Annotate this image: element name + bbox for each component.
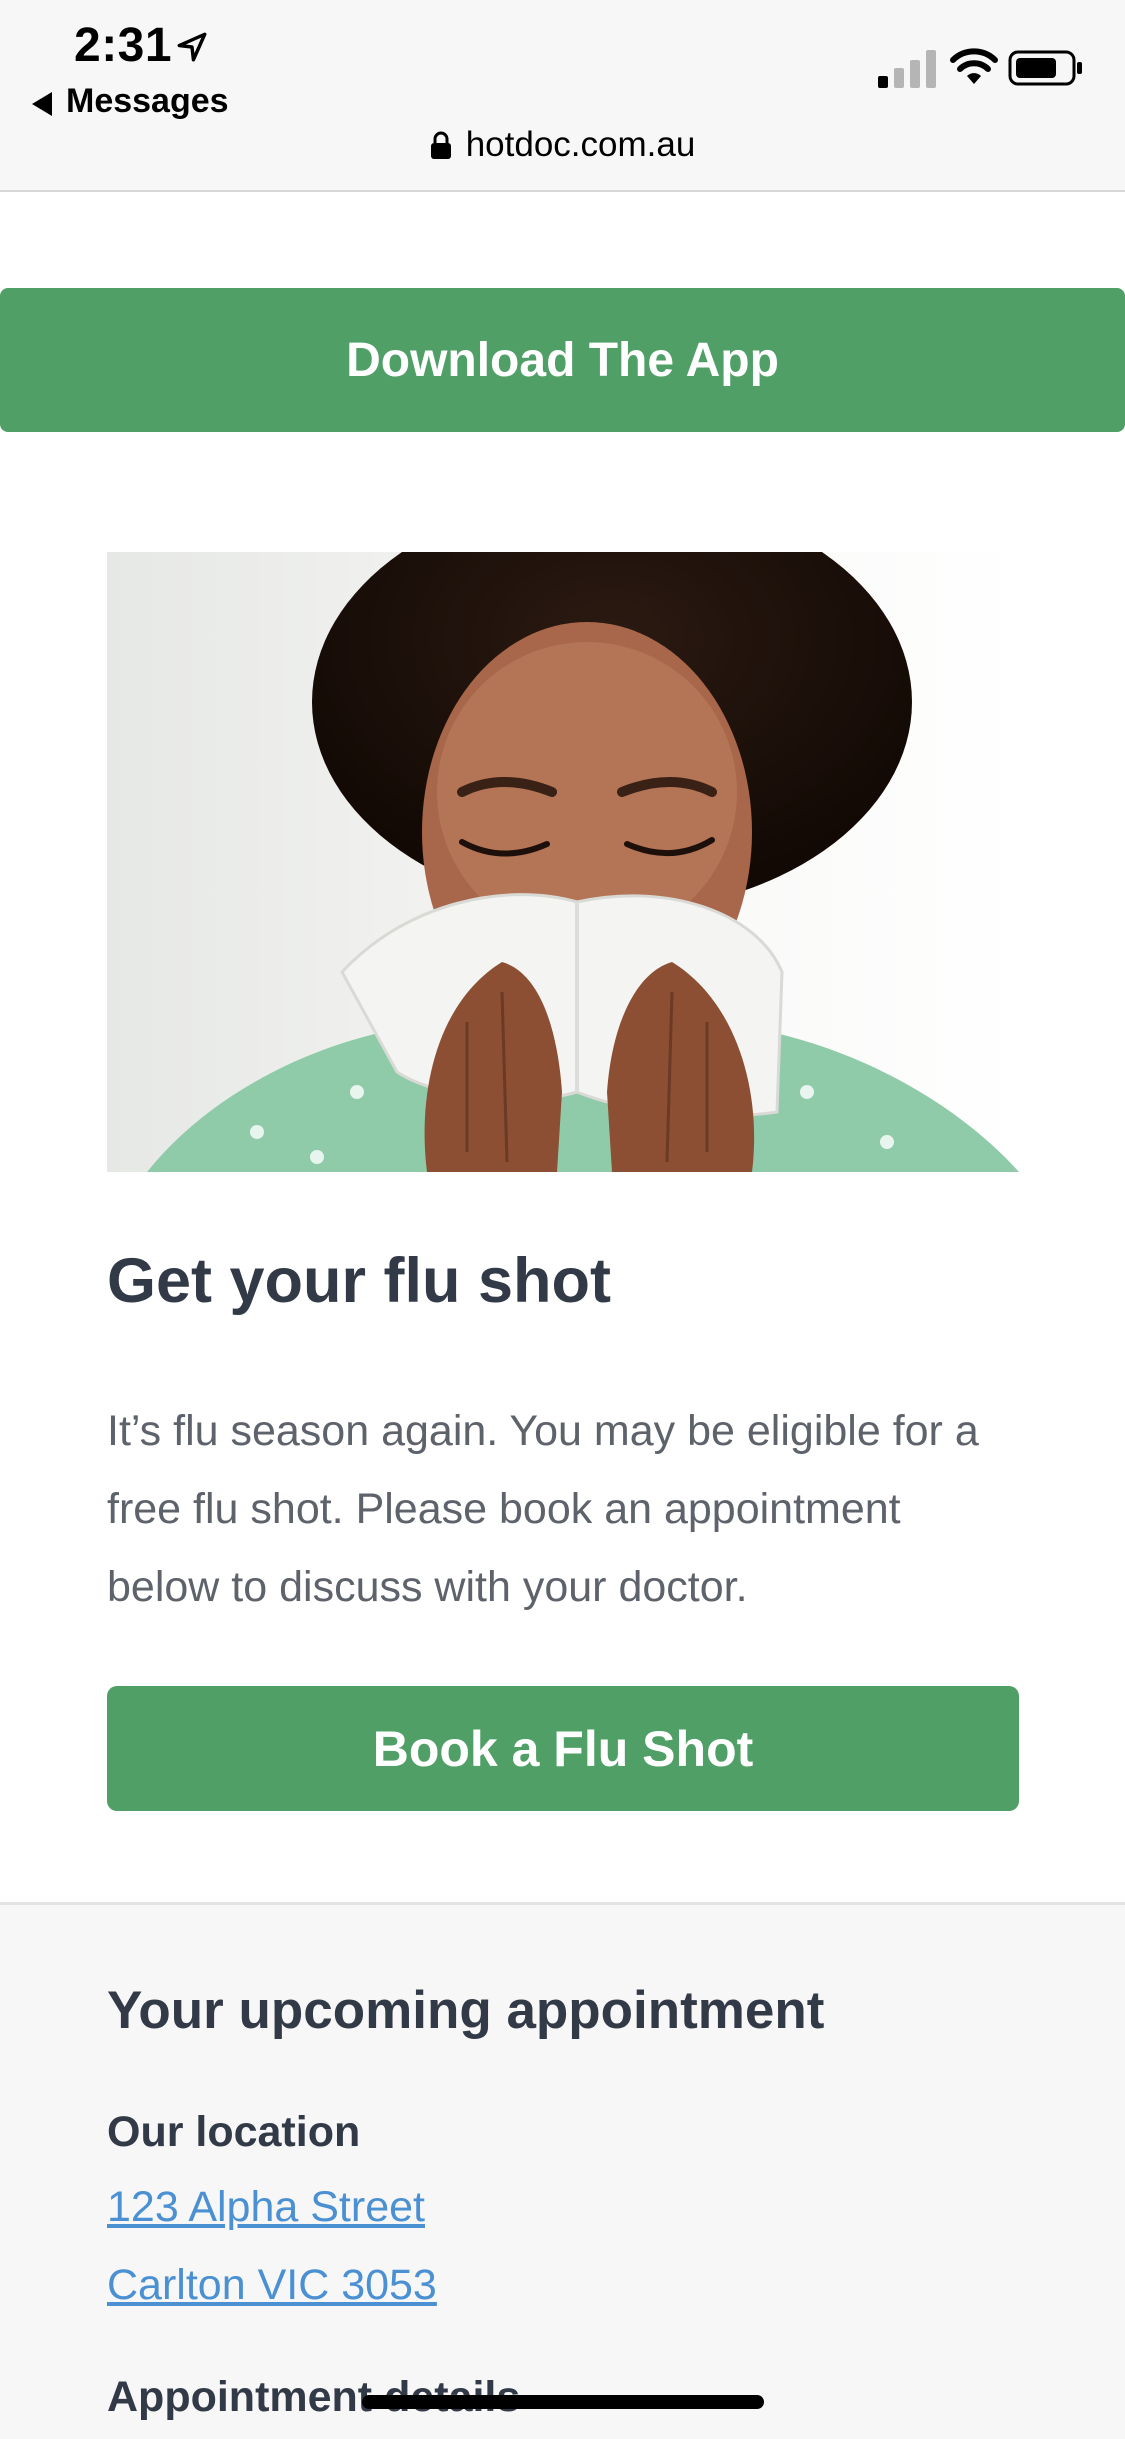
sneezing-woman-illustration xyxy=(107,552,1019,1172)
status-time: 2:31 xyxy=(74,19,173,72)
flu-season-image xyxy=(107,552,1019,1172)
download-app-button[interactable]: Download The App xyxy=(0,288,1125,432)
page-title: Get your flu shot xyxy=(107,1246,611,1316)
book-flu-shot-button[interactable]: Book a Flu Shot xyxy=(107,1686,1019,1811)
url-text[interactable]: hotdoc.com.au xyxy=(466,125,696,165)
back-to-messages-link[interactable]: Messages xyxy=(66,82,229,121)
back-triangle-icon[interactable] xyxy=(32,92,52,116)
address-bar[interactable]: hotdoc.com.au xyxy=(0,120,1125,170)
upcoming-appointment-section: Your upcoming appointment Our location 1… xyxy=(0,1902,1125,2439)
wifi-icon xyxy=(950,48,998,84)
location-arrow-icon xyxy=(177,32,207,62)
address-line-1-link[interactable]: 123 Alpha Street xyxy=(107,2183,425,2232)
home-indicator[interactable] xyxy=(362,2395,764,2409)
location-label: Our location xyxy=(107,2108,361,2156)
browser-top-bar: 2:31 Messages hotdoc.com.au xyxy=(0,0,1125,192)
signal-icon xyxy=(878,50,936,88)
battery-icon xyxy=(1008,50,1082,86)
appointment-heading: Your upcoming appointment xyxy=(107,1981,825,2040)
flu-description: It’s flu season again. You may be eligib… xyxy=(107,1407,979,1611)
lock-icon xyxy=(430,131,451,159)
address-line-2-link[interactable]: Carlton VIC 3053 xyxy=(107,2261,437,2310)
